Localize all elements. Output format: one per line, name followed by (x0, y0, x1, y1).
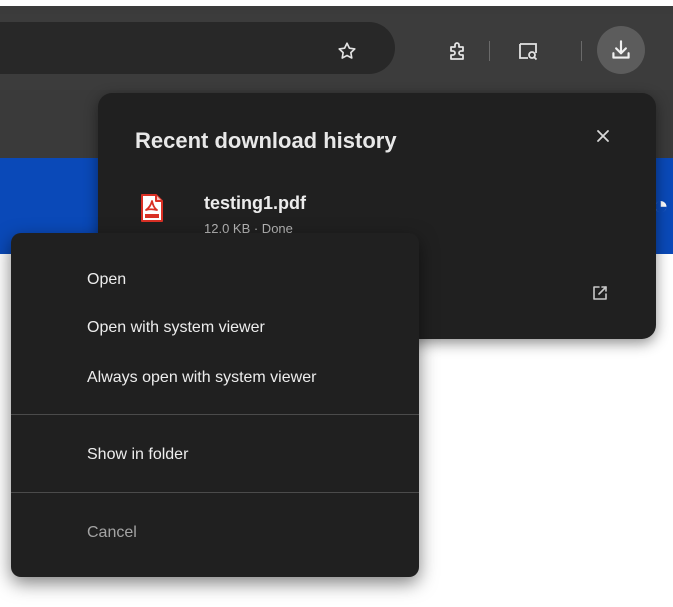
page-edge-icon: ◔ (653, 190, 669, 220)
close-icon[interactable] (588, 121, 618, 151)
download-context-menu: Open Open with system viewer Always open… (11, 233, 419, 577)
download-button[interactable] (597, 26, 645, 74)
pdf-icon (140, 193, 164, 223)
toolbar-separator (581, 41, 582, 61)
tab-search-icon[interactable] (515, 38, 541, 64)
menu-separator (11, 414, 419, 415)
toolbar-separator (489, 41, 490, 61)
menu-item-always-open-with-system-viewer[interactable]: Always open with system viewer (87, 369, 316, 387)
extension-icon[interactable] (445, 38, 471, 64)
file-name: testing1.pdf (204, 193, 306, 213)
menu-separator (11, 492, 419, 493)
menu-item-cancel: Cancel (87, 524, 137, 541)
download-icon (612, 40, 630, 59)
menu-item-open[interactable]: Open (87, 271, 126, 289)
open-external-icon[interactable] (588, 281, 612, 305)
menu-item-show-in-folder[interactable]: Show in folder (87, 446, 188, 464)
star-icon[interactable] (334, 38, 360, 64)
panel-title: Recent download history (135, 128, 397, 153)
menu-item-open-with-system-viewer[interactable]: Open with system viewer (87, 319, 265, 337)
